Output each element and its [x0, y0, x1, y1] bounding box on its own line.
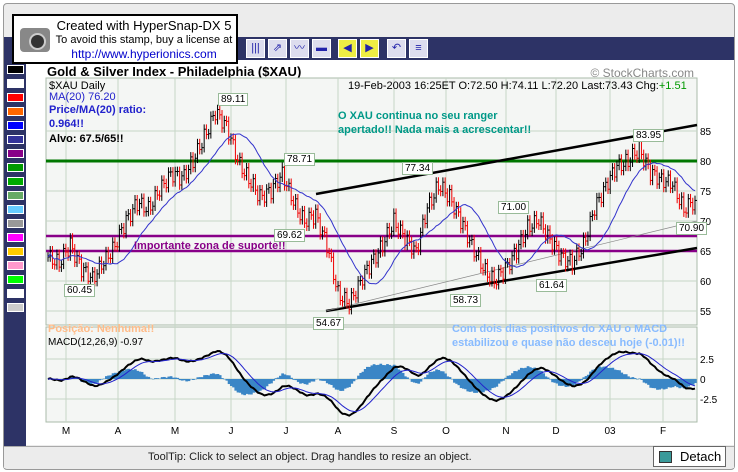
x-tick-label: M — [62, 426, 70, 437]
x-tick-label: N — [502, 426, 509, 437]
target-label: Alvo: 67.5/65!! — [49, 133, 124, 145]
y-tick-label: 60 — [700, 277, 712, 288]
price-label: 89.11 — [218, 93, 249, 106]
price-label: 78.71 — [284, 153, 316, 166]
ma-label: MA(20) 76.20 — [49, 91, 116, 103]
detach-button[interactable]: Detach — [653, 446, 726, 467]
macd-histogram-bar — [176, 377, 180, 379]
macd-tick-label: -2.5 — [700, 395, 718, 406]
macd-histogram-bar — [290, 377, 293, 379]
stamp-line: To avoid this stamp, buy a license at — [55, 34, 233, 46]
macd-comment: estabilizou e quase não desceu hoje (-0.… — [452, 337, 685, 349]
macd-histogram-bar — [312, 379, 316, 382]
x-tick-label: J — [229, 426, 234, 437]
comment-line: apertado!! Nada mais a acrescentar!! — [338, 124, 532, 136]
comment-line: O XAU continua no seu ranger — [338, 110, 498, 122]
price-label: 54.67 — [313, 317, 345, 330]
macd-histogram-bar — [419, 379, 423, 382]
macd-tick-label: 0 — [700, 375, 706, 386]
y-tick-label: 80 — [700, 157, 712, 168]
price-label: 70.90 — [676, 222, 708, 235]
y-tick-label: 75 — [700, 187, 712, 198]
x-tick-label: A — [115, 426, 122, 437]
macd-histogram-bar — [272, 379, 276, 381]
price-label: 58.73 — [450, 294, 482, 307]
price-label: 69.62 — [274, 229, 306, 242]
x-tick-label: A — [335, 426, 342, 437]
support-zone-label: Importante zona de suporte!! — [134, 240, 286, 252]
x-tick-label: M — [171, 426, 179, 437]
x-tick-label: J — [284, 426, 289, 437]
x-tick-label: S — [391, 426, 398, 437]
stamp-line: Created with HyperSnap-DX 5 — [56, 18, 232, 33]
x-tick-label: F — [660, 426, 666, 437]
quote-line: 19-Feb-2003 16:25ET O:72.50 H:74.11 L:72… — [348, 80, 687, 92]
ratio-value: 0.964!! — [49, 118, 84, 130]
macd-comment: Com dois dias positivos do XAU o MACD — [452, 323, 668, 335]
price-label: 61.64 — [536, 279, 568, 292]
stamp-link[interactable]: http://www.hyperionics.com — [54, 47, 234, 61]
x-tick-label: D — [552, 426, 559, 437]
macd-histogram-bar — [694, 379, 697, 384]
price-label: 71.00 — [498, 201, 530, 214]
macd-histogram-bar — [100, 379, 104, 380]
price-label: 60.45 — [64, 284, 96, 297]
macd-histogram-bar — [221, 378, 224, 379]
y-tick-label: 55 — [700, 307, 712, 318]
price-label: 77.34 — [402, 162, 434, 175]
macd-histogram-bar — [502, 379, 505, 381]
hypersnap-stamp: Created with HyperSnap-DX 5 To avoid thi… — [12, 14, 238, 64]
macd-label: MACD(12,26,9) -0.97 — [48, 337, 144, 348]
detach-label: Detach — [680, 449, 722, 464]
macd-histogram-bar — [448, 377, 452, 379]
macd-histogram-bar — [406, 377, 409, 379]
detach-icon — [659, 451, 672, 463]
tooltip-text: ToolTip: Click to select an object. Drag… — [148, 451, 472, 463]
macd-histogram-bar — [633, 378, 637, 379]
y-tick-label: 65 — [700, 247, 712, 258]
change-value: +1.51 — [658, 80, 687, 92]
x-tick-label: 03 — [604, 426, 616, 437]
quote-text: 19-Feb-2003 16:25ET O:72.50 H:74.11 L:72… — [348, 80, 659, 92]
price-chart[interactable]: MAMJJASOND03F858075706560552.50-2.5 — [0, 0, 738, 472]
position-label: Posição: Nenhuma!! — [48, 323, 155, 335]
y-tick-label: 85 — [700, 127, 712, 138]
price-label: 83.95 — [633, 129, 665, 142]
macd-tick-label: 2.5 — [700, 355, 714, 366]
camera-icon — [20, 28, 50, 52]
macd-histogram-bar — [546, 377, 550, 379]
ratio-label: Price/MA(20) ratio: — [49, 104, 147, 116]
x-tick-label: O — [442, 426, 450, 437]
macd-histogram-bar — [580, 379, 583, 381]
